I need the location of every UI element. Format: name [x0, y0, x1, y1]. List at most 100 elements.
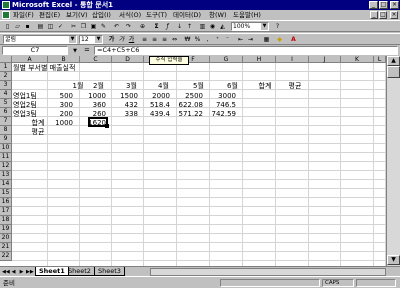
close-button[interactable]: × — [390, 1, 399, 9]
first-sheet-icon[interactable]: ◀◀ — [2, 268, 10, 276]
row-header-16[interactable]: 16 — [0, 198, 12, 207]
redo-icon[interactable]: ↷ — [124, 22, 133, 31]
autosum-icon[interactable]: Σ — [152, 22, 161, 31]
format-painter-icon[interactable]: ✎ — [99, 22, 108, 31]
name-box[interactable]: C7 — [2, 46, 68, 55]
copy-icon[interactable]: ❐ — [79, 22, 88, 31]
total-cell[interactable]: 1000 — [48, 119, 74, 128]
menu-view[interactable]: 보기(V) — [66, 10, 87, 20]
data-cell[interactable]: 518.4 — [144, 101, 171, 110]
data-cell[interactable]: 439.4 — [144, 110, 171, 119]
header-1[interactable]: 1월 — [68, 82, 88, 91]
print-icon[interactable]: ▤ — [36, 22, 45, 31]
column-header-d[interactable]: D — [112, 56, 144, 63]
new-icon[interactable]: ▯ — [3, 22, 12, 31]
column-header-j[interactable]: J — [309, 56, 341, 63]
doc-close-button[interactable]: × — [390, 11, 398, 19]
row-header-17[interactable]: 17 — [0, 207, 12, 216]
last-sheet-icon[interactable]: ▶▶ — [26, 268, 34, 276]
vertical-scroll-thumb[interactable] — [387, 66, 400, 78]
comma-icon[interactable]: , — [203, 35, 212, 44]
column-header-k[interactable]: K — [341, 56, 374, 63]
row-header-22[interactable]: 22 — [0, 252, 12, 261]
borders-icon[interactable]: ▦ — [262, 35, 271, 44]
print-preview-icon[interactable]: ◫ — [46, 22, 55, 31]
undo-icon[interactable]: ↶ — [112, 22, 121, 31]
data-cell[interactable]: 746.5 — [210, 101, 237, 110]
data-cell[interactable]: 500 — [48, 92, 74, 101]
menu-window[interactable]: 창(W) — [209, 10, 226, 20]
data-cell[interactable]: 300 — [48, 101, 74, 110]
save-icon[interactable]: ▪ — [23, 22, 32, 31]
select-all-corner[interactable] — [0, 56, 12, 63]
header-4[interactable]: 4월 — [150, 82, 177, 91]
zoom-dropdown-icon[interactable]: ▼ — [261, 23, 268, 30]
formula-equals-button[interactable]: = — [84, 46, 90, 55]
data-cell[interactable]: 200 — [48, 110, 74, 119]
horizontal-scrollbar[interactable] — [150, 268, 386, 276]
row-label[interactable]: 영업3팀 — [13, 110, 43, 119]
menu-help[interactable]: 도움말(H) — [233, 10, 261, 20]
paste-icon[interactable]: ▣ — [89, 22, 98, 31]
merge-center-icon[interactable]: ⇔ — [170, 35, 179, 44]
header-average[interactable]: 평균 — [282, 82, 308, 91]
data-cell[interactable]: 432 — [112, 101, 139, 110]
vertical-scrollbar[interactable]: ▲ ▼ — [386, 56, 400, 266]
office-assistant-icon[interactable]: ? — [273, 22, 282, 31]
sheet-title[interactable]: 월별 부서별 매출실적 — [13, 64, 133, 73]
header-3[interactable]: 3월 — [118, 82, 145, 91]
prev-sheet-icon[interactable]: ◀ — [10, 268, 17, 276]
column-header-l[interactable]: L — [374, 56, 386, 63]
menu-data[interactable]: 데이터(D) — [173, 10, 201, 20]
header-total[interactable]: 합계 — [252, 82, 278, 91]
row-header-7[interactable]: 7 — [0, 117, 12, 126]
data-cell[interactable]: 2000 — [144, 92, 171, 101]
tab-sheet1[interactable]: Sheet1 — [35, 267, 69, 276]
fill-handle[interactable] — [105, 124, 109, 128]
open-icon[interactable]: ▱ — [13, 22, 22, 31]
row-header-20[interactable]: 20 — [0, 234, 12, 243]
row-label[interactable]: 영업2팀 — [13, 101, 43, 110]
data-cell[interactable]: 622.08 — [177, 101, 204, 110]
column-header-a[interactable]: A — [12, 56, 48, 63]
row-header-4[interactable]: 4 — [0, 90, 12, 99]
column-header-h[interactable]: H — [243, 56, 276, 63]
sort-ascending-icon[interactable]: ↓ — [175, 22, 184, 31]
decrease-indent-icon[interactable]: ⇤ — [236, 35, 245, 44]
font-size-dropdown-icon[interactable]: ▼ — [95, 36, 102, 43]
row-header-18[interactable]: 18 — [0, 216, 12, 225]
average-label[interactable]: 평균 — [28, 128, 48, 137]
row-header-21[interactable]: 21 — [0, 243, 12, 252]
spelling-icon[interactable]: ✓ — [56, 22, 65, 31]
font-name-select[interactable]: 굴림 ▼ — [3, 35, 77, 44]
header-5[interactable]: 5월 — [185, 82, 212, 91]
menu-edit[interactable]: 편집(E) — [39, 10, 60, 20]
total-label[interactable]: 합계 — [28, 119, 48, 128]
font-name-dropdown-icon[interactable]: ▼ — [69, 36, 76, 43]
header-6[interactable]: 6월 — [219, 82, 246, 91]
excel-app-icon[interactable] — [2, 1, 10, 9]
column-header-i[interactable]: I — [276, 56, 309, 63]
data-cell[interactable]: 338 — [112, 110, 139, 119]
menu-tools[interactable]: 도구(T) — [146, 10, 167, 20]
row-label[interactable]: 영업1팀 — [13, 92, 43, 101]
align-right-icon[interactable]: ≡ — [160, 35, 169, 44]
row-header-8[interactable]: 8 — [0, 126, 12, 135]
menu-file[interactable]: 파일(F) — [13, 10, 34, 20]
row-header-6[interactable]: 6 — [0, 108, 12, 117]
formula-input[interactable]: =C4+C5+C6 — [94, 46, 398, 55]
font-size-select[interactable]: 12 ▼ — [79, 35, 103, 44]
next-sheet-icon[interactable]: ▶ — [18, 268, 25, 276]
row-header-19[interactable]: 19 — [0, 225, 12, 234]
column-header-b[interactable]: B — [48, 56, 80, 63]
menu-format[interactable]: 서식(O) — [119, 10, 141, 20]
map-icon[interactable]: ◉ — [208, 22, 217, 31]
row-header-1[interactable]: 1 — [0, 63, 12, 72]
currency-icon[interactable]: ₩ — [183, 35, 192, 44]
scroll-up-icon[interactable]: ▲ — [387, 56, 400, 66]
data-cell[interactable]: 742.59 — [210, 110, 237, 119]
minimize-button[interactable]: _ — [369, 1, 378, 9]
align-center-icon[interactable]: ≡ — [150, 35, 159, 44]
row-header-12[interactable]: 12 — [0, 162, 12, 171]
sort-descending-icon[interactable]: ↑ — [185, 22, 194, 31]
